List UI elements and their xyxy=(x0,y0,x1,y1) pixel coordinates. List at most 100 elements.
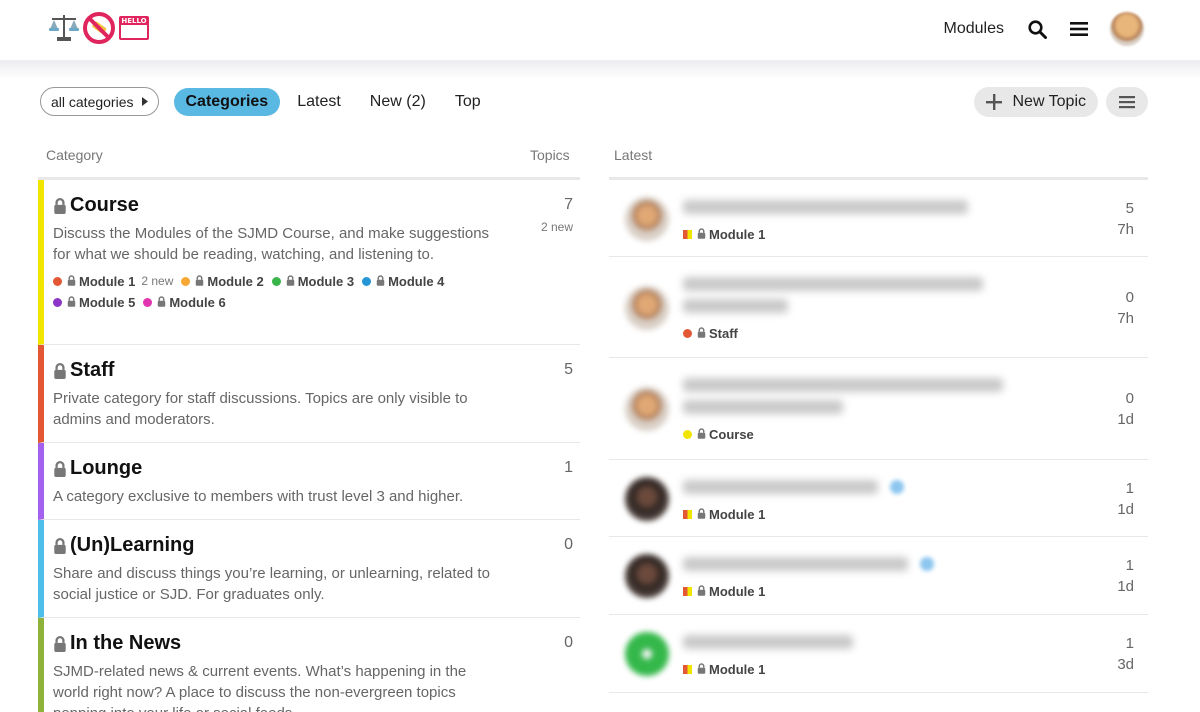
blurred-topic-title[interactable] xyxy=(683,557,908,571)
topic-category-link[interactable]: Module 1 xyxy=(683,584,765,599)
search-icon[interactable] xyxy=(1026,18,1048,40)
plus-icon xyxy=(986,94,1003,110)
lock-icon xyxy=(54,537,66,554)
category-name: Lounge xyxy=(70,457,143,479)
tab-top[interactable]: Top xyxy=(443,88,493,116)
subcategory-new-count[interactable]: 2 new xyxy=(141,271,173,292)
category-title[interactable]: (Un)Learning xyxy=(53,534,580,557)
category-row[interactable]: Staff Private category for staff discussi… xyxy=(38,345,580,443)
category-row[interactable]: In the News SJMD-related news & current e… xyxy=(38,618,580,712)
category-dropdown[interactable]: all categories xyxy=(40,87,159,116)
subcategory-link[interactable]: Module 1 2 new xyxy=(53,271,173,292)
lock-icon xyxy=(697,428,706,439)
activity-age[interactable]: 1d xyxy=(1117,576,1134,597)
topic-count-number: 7 xyxy=(564,196,573,213)
list-options-button[interactable] xyxy=(1106,87,1148,117)
topic-category-name: Module 1 xyxy=(709,662,766,677)
caret-right-icon xyxy=(141,97,148,106)
latest-topic-row[interactable]: Module 1 1 1d xyxy=(609,537,1148,615)
topic-category-link[interactable]: Module 1 xyxy=(683,662,765,677)
category-description: A category exclusive to members with tru… xyxy=(53,488,464,505)
latest-column-header[interactable]: Latest xyxy=(614,147,652,163)
category-title[interactable]: In the News xyxy=(53,632,580,655)
activity-age[interactable]: 3d xyxy=(1117,654,1134,675)
blurred-topic-title[interactable] xyxy=(683,277,983,291)
latest-topic-row[interactable]: Module 1 1 3d xyxy=(609,615,1148,693)
lock-icon xyxy=(697,508,706,519)
subcategory-link[interactable]: Module 6 xyxy=(143,292,226,313)
poster-avatar[interactable] xyxy=(625,632,669,676)
topic-stats: 1 1d xyxy=(1117,555,1134,597)
tab-categories[interactable]: Categories xyxy=(173,87,281,116)
latest-topic-row[interactable]: Course 0 1d xyxy=(609,358,1148,460)
topic-category-link[interactable]: Course xyxy=(683,427,754,442)
category-title[interactable]: Staff xyxy=(53,359,580,382)
lock-icon xyxy=(54,460,66,477)
activity-age[interactable]: 7h xyxy=(1117,219,1134,240)
category-row[interactable]: (Un)Learning Share and discuss things you… xyxy=(38,520,580,618)
subcategory-color-dot xyxy=(53,298,62,307)
category-title[interactable]: Lounge xyxy=(53,457,580,480)
subcategory-link[interactable]: Module 2 xyxy=(181,271,264,292)
category-description: Share and discuss things you’re learning… xyxy=(53,565,490,603)
topic-stats: 1 1d xyxy=(1117,478,1134,520)
subcategory-link[interactable]: Module 4 xyxy=(362,271,444,292)
subcategory-color-dot xyxy=(271,277,281,286)
blurred-topic-title[interactable] xyxy=(683,480,878,494)
activity-age[interactable]: 7h xyxy=(1117,308,1134,329)
site-logo[interactable]: HELLO xyxy=(48,10,150,46)
subcategory-link[interactable]: Module 3 xyxy=(271,271,354,292)
topics-column-header[interactable]: Topics xyxy=(530,147,570,163)
svg-text:HELLO: HELLO xyxy=(121,17,146,25)
tab-new[interactable]: New (2) xyxy=(358,88,438,116)
poster-avatar[interactable] xyxy=(625,286,669,330)
poster-avatar[interactable] xyxy=(625,554,669,598)
topic-category-name: Module 1 xyxy=(709,507,766,522)
poster-avatar[interactable] xyxy=(625,477,669,521)
category-color-marker xyxy=(683,510,692,519)
blurred-topic-title[interactable] xyxy=(683,378,1003,392)
hamburger-menu-icon[interactable] xyxy=(1068,18,1090,40)
topic-category-name: Module 1 xyxy=(709,227,766,242)
latest-topic-row[interactable]: Staff 0 7h xyxy=(609,257,1148,358)
new-topics-badge[interactable]: 2 new xyxy=(541,220,573,234)
latest-topic-row[interactable]: Module 1 1 1d xyxy=(609,460,1148,537)
category-column-header[interactable]: Category xyxy=(46,147,103,163)
topic-category-link[interactable]: Module 1 xyxy=(683,227,765,242)
no-symbol-icon xyxy=(83,12,115,44)
subcategory-color-dot xyxy=(53,277,62,286)
tab-latest[interactable]: Latest xyxy=(285,88,353,116)
subcategory-color-dot xyxy=(143,298,153,307)
topic-category-name: Course xyxy=(709,427,754,442)
topic-count: 5 xyxy=(564,361,573,379)
latest-topic-row[interactable]: Module 1 5 7h xyxy=(609,180,1148,257)
user-avatar[interactable] xyxy=(1110,12,1144,46)
reply-count: 1 xyxy=(1125,635,1134,652)
topic-count: 7 2 new xyxy=(541,196,573,234)
category-description: SJMD-related news & current events. What… xyxy=(53,663,467,712)
poster-avatar[interactable] xyxy=(625,387,669,431)
subcategory-link[interactable]: Module 5 xyxy=(53,292,135,313)
activity-age[interactable]: 1d xyxy=(1117,499,1134,520)
topic-category-name: Staff xyxy=(709,326,738,341)
topic-category-link[interactable]: Staff xyxy=(683,326,738,341)
poster-avatar[interactable] xyxy=(625,197,669,241)
category-row[interactable]: Course Discuss the Modules of the SJMD Co… xyxy=(38,180,580,345)
subcategory-name: Module 5 xyxy=(79,295,136,310)
new-topic-button[interactable]: New Topic xyxy=(974,87,1098,117)
lock-icon xyxy=(54,197,66,214)
blurred-topic-title[interactable] xyxy=(683,299,788,313)
blurred-topic-title[interactable] xyxy=(683,400,843,414)
blurred-topic-title[interactable] xyxy=(683,200,968,214)
subcategory-name: Module 4 xyxy=(388,274,445,289)
activity-age[interactable]: 1d xyxy=(1117,409,1134,430)
topic-count-number: 0 xyxy=(564,536,573,553)
category-row[interactable]: Lounge A category exclusive to members wi… xyxy=(38,443,580,520)
topic-category-link[interactable]: Module 1 xyxy=(683,507,765,522)
blurred-topic-title[interactable] xyxy=(683,635,853,649)
category-description: Private category for staff discussions. … xyxy=(53,390,468,428)
subcategory-color-dot xyxy=(362,277,372,286)
topic-count: 1 xyxy=(564,459,573,477)
modules-link[interactable]: Modules xyxy=(944,20,1004,38)
category-title[interactable]: Course xyxy=(53,194,580,217)
